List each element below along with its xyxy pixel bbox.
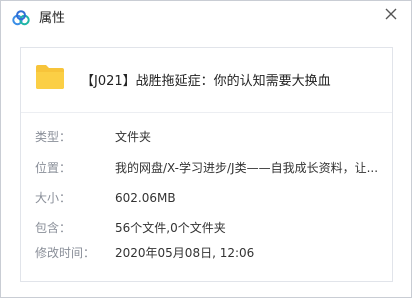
- property-value: 602.06MB: [115, 191, 176, 205]
- property-label: 类型：: [35, 130, 72, 144]
- property-label: 修改时间：: [35, 246, 96, 260]
- property-row-type: 类型： 文件夹: [21, 127, 392, 147]
- property-value: 文件夹: [115, 130, 152, 144]
- property-label: 大小：: [35, 191, 72, 205]
- cloud-logo-icon: [12, 10, 30, 26]
- property-label: 包含：: [35, 221, 72, 235]
- location-link[interactable]: 我的网盘/X-学习进步/J类——自我成长资料，让...: [115, 158, 383, 178]
- properties-dialog: 属性 【J021】战胜拖延症：你的认知需要大换血 类型： 文件夹 位置： 我的网…: [0, 0, 412, 298]
- close-icon[interactable]: [383, 6, 399, 22]
- property-label: 位置：: [35, 161, 72, 175]
- file-name: 【J021】战胜拖延症：你的认知需要大换血: [81, 74, 331, 89]
- property-value: 2020年05月08日, 12:06: [115, 246, 255, 260]
- dialog-title: 属性: [39, 11, 66, 26]
- folder-icon: [36, 65, 64, 89]
- title-bar[interactable]: 属性: [1, 1, 411, 37]
- property-row-contains: 包含： 56个文件,0个文件夹: [21, 218, 392, 238]
- property-row-modified: 修改时间： 2020年05月08日, 12:06: [21, 243, 392, 263]
- properties-panel: 【J021】战胜拖延症：你的认知需要大换血 类型： 文件夹 位置： 我的网盘/X…: [20, 47, 393, 282]
- property-row-size: 大小： 602.06MB: [21, 188, 392, 208]
- divider: [21, 112, 392, 113]
- property-value: 56个文件,0个文件夹: [115, 221, 226, 235]
- property-row-location: 位置： 我的网盘/X-学习进步/J类——自我成长资料，让...: [21, 158, 392, 178]
